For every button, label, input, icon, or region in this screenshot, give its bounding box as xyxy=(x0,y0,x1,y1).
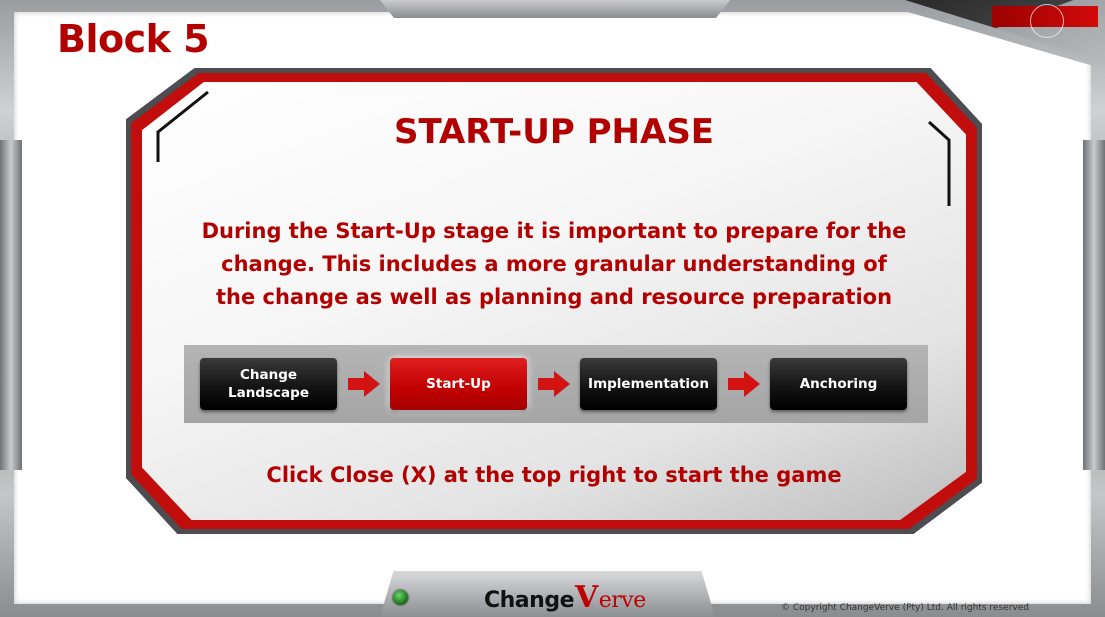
game-screen: Block 5 START-UP PHASE During the Start-… xyxy=(0,0,1105,617)
start-instruction: Click Close (X) at the top right to star… xyxy=(266,463,842,487)
step-anchoring: Anchoring xyxy=(770,358,907,410)
status-light-icon xyxy=(393,590,408,605)
phase-description: During the Start-Up stage it is importan… xyxy=(201,219,907,309)
process-flow: Change Landscape Start-Up Implementation… xyxy=(184,345,928,423)
arrow-right-icon xyxy=(527,358,580,410)
step-start-up: Start-Up xyxy=(390,358,527,410)
copyright-notice: © Copyright ChangeVerve (Pty) Ltd. All r… xyxy=(781,603,1029,613)
step-implementation: Implementation xyxy=(580,358,717,410)
step-label: Start-Up xyxy=(426,376,491,392)
left-frame-rail xyxy=(0,140,22,470)
arrow-right-icon xyxy=(337,358,390,410)
right-frame-rail xyxy=(1083,140,1105,470)
top-frame-plate xyxy=(380,0,730,18)
step-label: Anchoring xyxy=(799,376,878,392)
logo-text-v: V xyxy=(574,580,598,615)
arrow-right-icon xyxy=(717,358,770,410)
block-title: Block 5 xyxy=(57,17,210,61)
step-label: Change Landscape xyxy=(228,367,309,401)
logo-text-verve: erve xyxy=(598,588,646,613)
changeverve-logo: Change Verve xyxy=(484,580,646,615)
logo-text-change: Change xyxy=(484,588,574,613)
spiral-decoration-icon xyxy=(1030,4,1064,38)
step-label: Implementation xyxy=(588,376,709,392)
phase-heading: START-UP PHASE xyxy=(393,112,715,152)
step-change-landscape: Change Landscape xyxy=(200,358,337,410)
